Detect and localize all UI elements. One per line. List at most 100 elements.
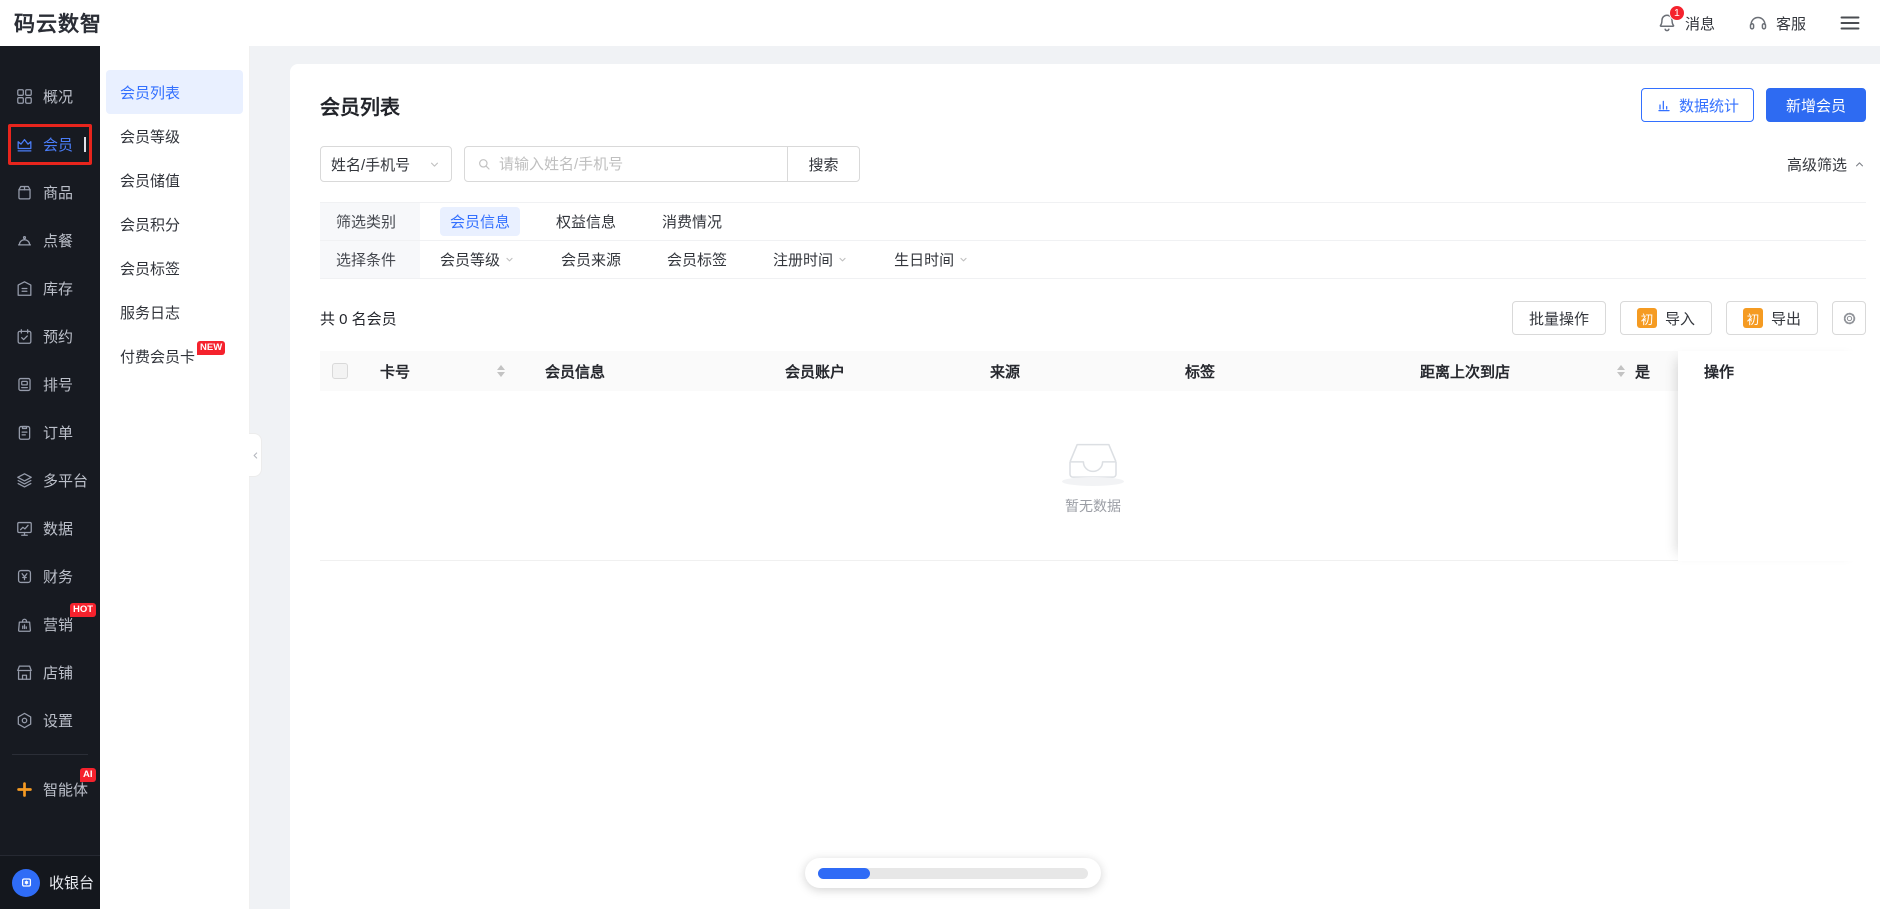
filter-tab-rights-info[interactable]: 权益信息 <box>556 211 616 232</box>
sidebar-item-shop[interactable]: 店铺 <box>0 648 100 696</box>
filter-category-label: 筛选类别 <box>320 203 420 240</box>
submenu-item-member-list[interactable]: 会员列表 <box>106 70 243 114</box>
sidebar-item-label: 会员 <box>43 136 74 154</box>
submenu-item-member-tags[interactable]: 会员标签 <box>106 246 243 290</box>
import-badge-icon: 初 <box>1636 308 1657 328</box>
search-input[interactable] <box>499 155 776 173</box>
primary-sidebar-list: 概况 会员 商品 点餐 库存 预约 排号 订单 多平台 数据 财务 营销 HOT… <box>0 46 100 855</box>
submenu-item-paid-member-card[interactable]: 付费会员卡 NEW <box>106 334 243 378</box>
submenu-item-label: 会员列表 <box>120 84 181 102</box>
sort-icon[interactable] <box>1617 365 1625 377</box>
fixed-action-column: 操作 <box>1678 351 1866 561</box>
warehouse-icon <box>15 279 34 298</box>
column-card-number[interactable]: 卡号 <box>380 361 545 382</box>
submenu-item-member-stored-value[interactable]: 会员储值 <box>106 158 243 202</box>
sidebar-item-data[interactable]: 数据 <box>0 504 100 552</box>
sidebar-item-label: 财务 <box>43 568 74 586</box>
filter-member-source[interactable]: 会员来源 <box>561 249 621 270</box>
submenu-item-member-level[interactable]: 会员等级 <box>106 114 243 158</box>
sidebar-item-orders[interactable]: 订单 <box>0 408 100 456</box>
table-toolbar: 批量操作 初 导入 初 导出 <box>1511 301 1866 335</box>
sidebar-item-members[interactable]: 会员 <box>0 120 100 168</box>
search-input-wrap <box>465 147 787 181</box>
yuan-icon <box>15 567 34 586</box>
chevron-down-icon <box>504 254 515 265</box>
sidebar-item-overview[interactable]: 概况 <box>0 72 100 120</box>
scrollbar-thumb[interactable] <box>818 867 870 879</box>
search-input-group: 搜索 <box>464 146 860 182</box>
calendar-check-icon <box>15 327 34 346</box>
search-field-select[interactable]: 姓名/手机号 <box>320 146 452 182</box>
empty-icon-shadow <box>1062 477 1124 486</box>
hamburger-menu-icon[interactable] <box>1838 11 1862 35</box>
sidebar-item-label: 订单 <box>43 424 74 442</box>
submenu-item-member-points[interactable]: 会员积分 <box>106 202 243 246</box>
sidebar-item-ordering[interactable]: 点餐 <box>0 216 100 264</box>
sidebar-item-queue[interactable]: 排号 <box>0 360 100 408</box>
filter-register-time-dropdown[interactable]: 注册时间 <box>773 249 848 270</box>
submenu-item-label: 会员等级 <box>120 128 181 146</box>
sidebar-item-label: 概况 <box>43 88 74 106</box>
select-all-checkbox[interactable] <box>332 363 348 379</box>
select-all-cell <box>320 363 380 379</box>
member-count-summary: 共 0 名会员 <box>320 310 397 328</box>
column-last-visit[interactable]: 距离上次到店 <box>1420 361 1635 382</box>
clipboard-icon <box>15 423 34 442</box>
sidebar-item-reservation[interactable]: 预约 <box>0 312 100 360</box>
sidebar-item-label: 多平台 <box>43 472 89 490</box>
add-member-button[interactable]: 新增会员 <box>1765 88 1866 122</box>
export-button[interactable]: 初 导出 <box>1725 301 1818 335</box>
ai-clover-icon <box>15 780 34 799</box>
support-button[interactable]: 客服 <box>1747 12 1806 34</box>
bar-chart-icon <box>1656 97 1672 113</box>
submenu-item-service-log[interactable]: 服务日志 <box>106 290 243 334</box>
filter-member-tag[interactable]: 会员标签 <box>667 249 727 270</box>
search-button[interactable]: 搜索 <box>787 147 859 181</box>
sort-icon[interactable] <box>497 365 505 377</box>
primary-sidebar: 概况 会员 商品 点餐 库存 预约 排号 订单 多平台 数据 财务 营销 HOT… <box>0 46 100 909</box>
select-value: 姓名/手机号 <box>331 156 411 174</box>
messages-button[interactable]: 1 消息 <box>1656 5 1715 34</box>
member-table: 卡号 会员信息 会员账户 来源 标签 距离上次到店 是 暂无数据 操作 <box>320 351 1866 561</box>
submenu-item-label: 会员积分 <box>120 216 181 234</box>
filter-member-level-dropdown[interactable]: 会员等级 <box>440 249 515 270</box>
storefront-icon <box>15 663 34 682</box>
sidebar-item-inventory[interactable]: 库存 <box>0 264 100 312</box>
ai-badge: AI <box>80 768 96 782</box>
headset-icon <box>1747 12 1769 34</box>
hot-badge: HOT <box>70 603 97 617</box>
sidebar-item-marketing[interactable]: 营销 HOT <box>0 600 100 648</box>
column-settings-button[interactable] <box>1832 301 1866 335</box>
batch-operation-button[interactable]: 批量操作 <box>1511 301 1606 335</box>
gear-hex-icon <box>15 711 34 730</box>
support-label: 客服 <box>1775 15 1806 33</box>
search-row: 姓名/手机号 搜索 高级筛选 <box>320 146 1866 182</box>
sidebar-item-label: 数据 <box>43 520 74 538</box>
import-button[interactable]: 初 导入 <box>1619 301 1712 335</box>
filter-condition-options: 会员等级 会员来源 会员标签 注册时间 生日时间 <box>420 241 1015 278</box>
secondary-sidebar: 会员列表 会员等级 会员储值 会员积分 会员标签 服务日志 付费会员卡 NEW <box>100 46 262 909</box>
sidebar-item-settings[interactable]: 设置 <box>0 696 100 744</box>
column-member-info: 会员信息 <box>545 363 606 381</box>
sidebar-item-label: 营销 <box>43 616 74 634</box>
filter-tab-member-info[interactable]: 会员信息 <box>440 207 521 236</box>
sidebar-item-ai-agent[interactable]: 智能体 AI <box>0 765 100 813</box>
sidebar-item-label: 预约 <box>43 328 74 346</box>
sidebar-item-finance[interactable]: 财务 <box>0 552 100 600</box>
column-actions: 操作 <box>1678 351 1866 391</box>
filter-tab-consumption[interactable]: 消费情况 <box>662 211 722 232</box>
filter-birthday-time-dropdown[interactable]: 生日时间 <box>894 249 969 270</box>
title-actions: 数据统计 新增会员 <box>1640 88 1866 122</box>
gear-icon <box>1841 310 1858 327</box>
new-badge: NEW <box>197 341 226 355</box>
sidebar-collapse-handle[interactable] <box>249 433 262 477</box>
sidebar-item-multiplatform[interactable]: 多平台 <box>0 456 100 504</box>
cashier-button[interactable]: 收银台 <box>0 855 100 909</box>
data-stats-button[interactable]: 数据统计 <box>1640 88 1754 122</box>
submenu-item-label: 会员标签 <box>120 260 181 278</box>
column-tag: 标签 <box>1185 363 1216 381</box>
content-card: 会员列表 数据统计 新增会员 姓名/手机号 请输入姓名/手机号 搜索 高级筛选 … <box>290 64 1880 909</box>
sidebar-item-goods[interactable]: 商品 <box>0 168 100 216</box>
advanced-filter-toggle[interactable]: 高级筛选 <box>1787 154 1866 175</box>
scrollbar-track[interactable] <box>818 867 1088 879</box>
